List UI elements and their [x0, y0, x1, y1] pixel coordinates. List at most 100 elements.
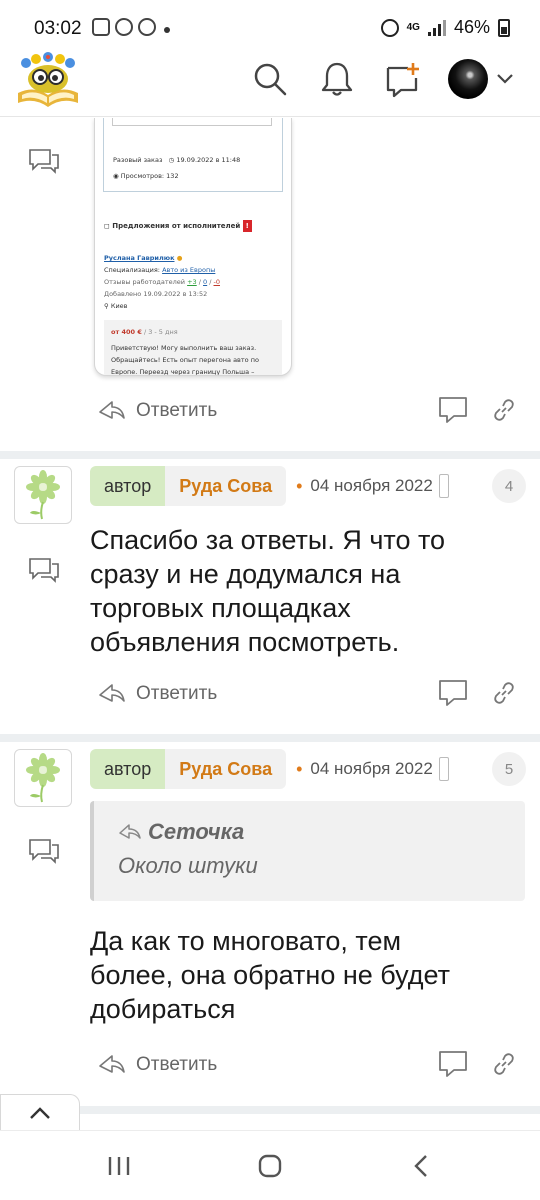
post-separator [0, 1106, 540, 1114]
comment-icon[interactable] [28, 838, 60, 864]
post-separator [0, 451, 540, 459]
thread: Разовый заказ ◷ 19.09.2022 в 11:48 ◉ Про… [0, 118, 540, 1130]
post-number[interactable]: 4 [492, 469, 526, 503]
link-icon[interactable] [492, 1052, 516, 1076]
reply-button[interactable]: Ответить [98, 1054, 217, 1076]
order-views: Просмотров: 132 [120, 172, 179, 180]
reviews-positive[interactable]: +3 [187, 278, 197, 286]
quote-text: Около штуки [118, 853, 258, 878]
reply-icon [99, 684, 125, 702]
chevron-down-icon[interactable] [496, 73, 514, 85]
back-icon [414, 1155, 427, 1177]
offer-box: от 400 € / 3 - 5 дня Приветствую! Могу в… [104, 320, 282, 376]
comment-icon[interactable] [28, 557, 60, 583]
system-nav-bar [0, 1130, 540, 1200]
status-right: 4G 46% [380, 17, 510, 38]
link-icon[interactable] [492, 681, 516, 705]
link-icon[interactable] [492, 398, 516, 422]
reply-label: Ответить [136, 1054, 218, 1075]
post-actions: Ответить [0, 677, 540, 717]
post-meta: автор Руда Сова • 04 ноября 2022 [90, 466, 449, 506]
post-separator [0, 734, 540, 742]
author-badge: автор [90, 749, 166, 789]
post-date[interactable]: 04 ноября 2022 [310, 759, 432, 779]
post-text: Спасибо за ответы. Я что то сразу и не д… [90, 523, 520, 659]
reply-icon [99, 1055, 125, 1073]
post-5: автор Руда Сова • 04 ноября 2022 5 Сеточ… [0, 742, 540, 1112]
post-text-line: объявления посмотреть. [90, 627, 400, 657]
attached-screenshot[interactable]: Разовый заказ ◷ 19.09.2022 в 11:48 ◉ Про… [94, 118, 292, 376]
mobile-icon [438, 474, 449, 498]
battery-icon [498, 18, 510, 37]
post-text-line: Спасибо за ответы. Я что то [90, 525, 446, 555]
chevron-up-icon [30, 1106, 50, 1119]
post-number[interactable]: 5 [492, 752, 526, 786]
reply-label: Ответить [136, 683, 218, 704]
author-name[interactable]: Руда Сова [165, 749, 287, 789]
reply-label: Ответить [136, 400, 218, 421]
offer-line-3: Европе. Переезд через границу Польша – [111, 368, 255, 376]
home-icon [258, 1154, 282, 1178]
reviews-negative[interactable]: -0 [214, 278, 220, 286]
reply-button[interactable]: Ответить [98, 400, 217, 422]
notification-icons [92, 18, 156, 36]
spec-label: Специализация: [104, 266, 160, 274]
comment-icon[interactable] [28, 148, 60, 174]
quote-comment-icon[interactable] [438, 396, 468, 424]
bell-icon[interactable] [317, 59, 357, 99]
author-avatar[interactable] [14, 466, 72, 524]
user-menu[interactable] [448, 59, 520, 99]
offer-line-1: Приветствую! Могу выполнить ваш заказ. [111, 344, 257, 352]
post-text-line: сразу и не додумался на [90, 559, 401, 589]
offers-title: Предложения от исполнителей [112, 222, 241, 230]
post-text-line: добираться [90, 994, 236, 1024]
scroll-to-top-button[interactable] [0, 1094, 80, 1130]
site-logo[interactable] [14, 51, 82, 111]
quote-author-name: Сеточка [148, 819, 245, 844]
executor-name[interactable]: Руслана Гаврилюк [104, 254, 174, 262]
meta-dot: • [296, 475, 303, 496]
home-button[interactable] [255, 1151, 285, 1181]
back-button[interactable] [406, 1151, 436, 1181]
author-avatar[interactable] [14, 749, 72, 807]
post-text-line: Да как то многовато, тем [90, 926, 402, 956]
quote-comment-icon[interactable] [438, 1050, 468, 1078]
added-date: Добавлено 19.09.2022 в 13:52 [104, 290, 208, 298]
reviews-neutral[interactable]: 0 [203, 278, 207, 286]
quote-comment-icon[interactable] [438, 679, 468, 707]
more-notifications-dot [164, 27, 170, 33]
order-date: 19.09.2022 в 11:48 [176, 156, 241, 164]
mobile-icon [438, 757, 449, 781]
reply-button[interactable]: Ответить [98, 683, 217, 705]
reply-arrow-icon [119, 824, 141, 839]
battery-percent: 46% [453, 17, 490, 37]
post-text-line: более, она обратно не будет [90, 960, 450, 990]
post-date[interactable]: 04 ноября 2022 [310, 476, 432, 496]
author-badge: автор [90, 466, 166, 506]
gallery-icon [92, 18, 110, 36]
reply-icon [99, 401, 125, 419]
quote-block: Сеточка Около штуки [90, 801, 525, 901]
post-actions: Ответить [0, 394, 540, 434]
post-4: автор Руда Сова • 04 ноября 2022 4 Спаси… [0, 459, 540, 733]
offer-term: / 3 - 5 дня [143, 328, 178, 336]
post-text: Да как то многовато, тем более, она обра… [90, 924, 520, 1026]
network-type: 4G [406, 22, 420, 33]
status-time: 03:02 [34, 18, 82, 39]
avatar[interactable] [448, 59, 488, 99]
offer-price: от 400 € [111, 328, 142, 336]
post-meta: автор Руда Сова • 04 ноября 2022 [90, 749, 449, 789]
spec-value[interactable]: Авто из Европы [162, 266, 215, 274]
recent-apps-icon [108, 1157, 130, 1175]
quote-author[interactable]: Сеточка [118, 819, 244, 845]
alarm-icon [380, 18, 399, 37]
city: Киев [110, 302, 128, 310]
author-name[interactable]: Руда Сова [165, 466, 287, 506]
new-post-icon[interactable] [383, 59, 423, 99]
meta-dot: • [296, 758, 303, 779]
search-icon[interactable] [250, 59, 290, 99]
post-text-line: торговых площадках [90, 593, 351, 623]
viber-icon [115, 18, 133, 36]
viber-icon-2 [138, 18, 156, 36]
recent-apps-button[interactable] [104, 1151, 134, 1181]
